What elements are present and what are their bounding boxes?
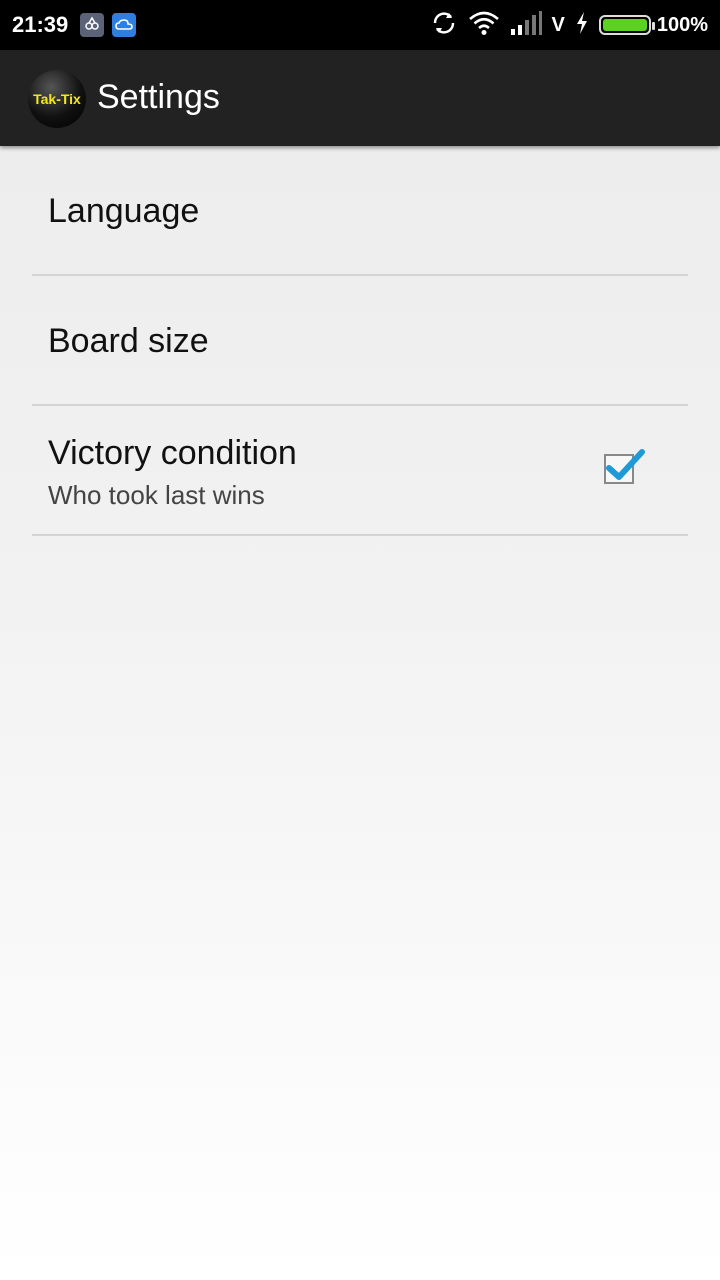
- pref-title: Victory condition: [48, 434, 297, 472]
- battery-percent: 100%: [656, 13, 708, 36]
- pref-summary: Who took last wins: [48, 480, 265, 510]
- victory-checkbox[interactable]: [604, 449, 645, 484]
- signal-icon: [510, 10, 542, 40]
- carrier-label: V: [551, 13, 565, 36]
- app-bar: Tak-Tix Settings: [0, 50, 720, 146]
- pref-victory-condition[interactable]: Victory condition Who took last wins: [32, 406, 688, 536]
- pref-board-size[interactable]: Board size: [32, 276, 688, 406]
- app-logo-text: Tak-Tix: [33, 91, 81, 107]
- pref-title: Board size: [48, 322, 209, 360]
- status-time: 21:39: [12, 12, 69, 37]
- pref-title: Language: [48, 192, 200, 230]
- app-logo[interactable]: Tak-Tix: [28, 70, 86, 128]
- notification-app-icon: [80, 13, 104, 37]
- checkmark-icon: [606, 449, 645, 480]
- charging-icon: [575, 11, 589, 40]
- wifi-icon: [468, 10, 500, 41]
- cloud-icon: [112, 13, 136, 37]
- sync-icon: [430, 9, 458, 42]
- battery-icon: [598, 15, 655, 35]
- page-title: Settings: [97, 78, 220, 116]
- pref-language[interactable]: Language: [32, 146, 688, 276]
- status-right: V 100%: [420, 0, 708, 50]
- status-bar: 21:39 V 100%: [0, 0, 720, 50]
